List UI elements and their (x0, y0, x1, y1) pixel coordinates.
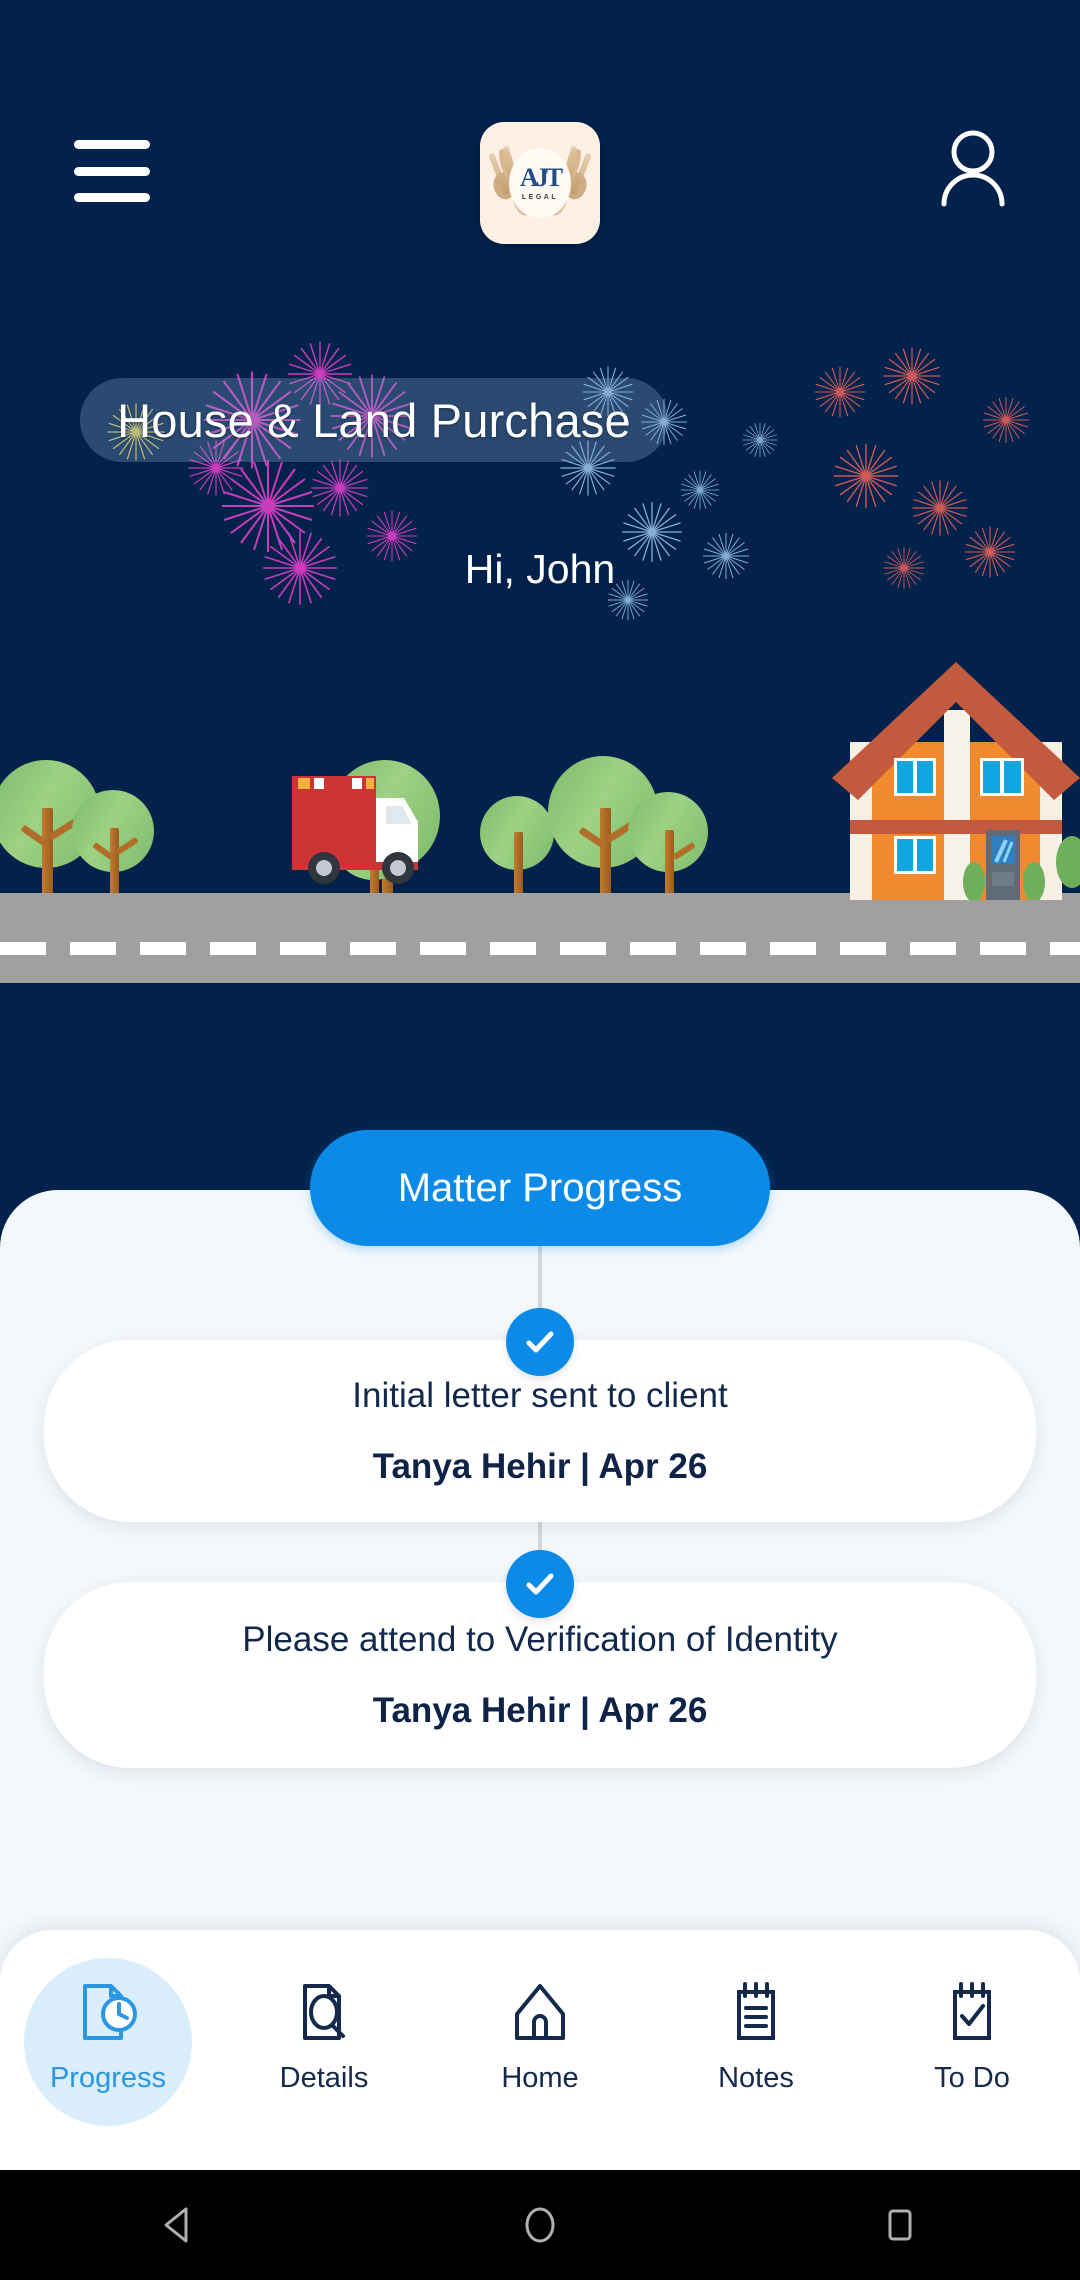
tab-label: To Do (934, 2061, 1010, 2094)
home-circle-icon[interactable] (480, 2170, 600, 2280)
hamburger-menu-icon[interactable] (74, 140, 150, 202)
user-profile-icon[interactable] (938, 128, 1008, 208)
app-bar: AJT LEGAL (0, 0, 1080, 250)
bottom-tab-bar: Progress Details Home Notes To Do (0, 1930, 1080, 2170)
step-title: Please attend to Verification of Identit… (242, 1620, 838, 1659)
house-illustration (832, 662, 1080, 900)
tab-label: Notes (718, 2061, 794, 2094)
tab-todo[interactable]: To Do (864, 1930, 1080, 2130)
step-meta: Tanya Hehir | Apr 26 (372, 1691, 708, 1730)
step-meta: Tanya Hehir | Apr 26 (372, 1447, 708, 1486)
recents-square-icon[interactable] (840, 2170, 960, 2280)
delivery-truck-illustration (292, 776, 418, 884)
logo-disc: AJT LEGAL (509, 148, 571, 218)
road (0, 893, 1080, 983)
step-status-icon (506, 1550, 574, 1618)
notepad-lines-icon (725, 1980, 787, 2046)
notepad-check-icon (941, 1980, 1003, 2046)
tab-label: Home (501, 2061, 579, 2094)
matter-progress-header[interactable]: Matter Progress (310, 1130, 770, 1246)
app-screen: House & Land Purchase Hi, John AJT LEGAL… (0, 0, 1080, 2280)
document-clock-icon (77, 1980, 139, 2046)
tab-progress[interactable]: Progress (0, 1930, 216, 2130)
document-search-icon (293, 1980, 355, 2046)
tab-label: Progress (49, 2061, 167, 2094)
app-logo[interactable]: AJT LEGAL (480, 122, 600, 244)
road-lane-markings (0, 942, 1080, 955)
back-triangle-icon[interactable] (120, 2170, 240, 2280)
tab-notes[interactable]: Notes (648, 1930, 864, 2130)
logo-monogram: AJT (519, 163, 563, 192)
tab-details[interactable]: Details (216, 1930, 432, 2130)
check-icon (526, 1573, 554, 1595)
android-navigation-bar (0, 2170, 1080, 2280)
check-icon (526, 1331, 554, 1353)
tab-label: Details (279, 2061, 369, 2094)
matter-progress-label: Matter Progress (397, 1165, 683, 1210)
fireworks-decoration (106, 341, 1030, 621)
logo-subtitle: LEGAL (521, 194, 559, 201)
step-title: Initial letter sent to client (352, 1376, 728, 1415)
tab-home[interactable]: Home (432, 1930, 648, 2130)
home-icon (509, 1980, 571, 2046)
page-title: House & Land Purchase (117, 393, 631, 447)
greeting-text: Hi, John (464, 546, 616, 592)
matter-title-pill: House & Land Purchase (80, 378, 668, 462)
step-status-icon (506, 1308, 574, 1376)
